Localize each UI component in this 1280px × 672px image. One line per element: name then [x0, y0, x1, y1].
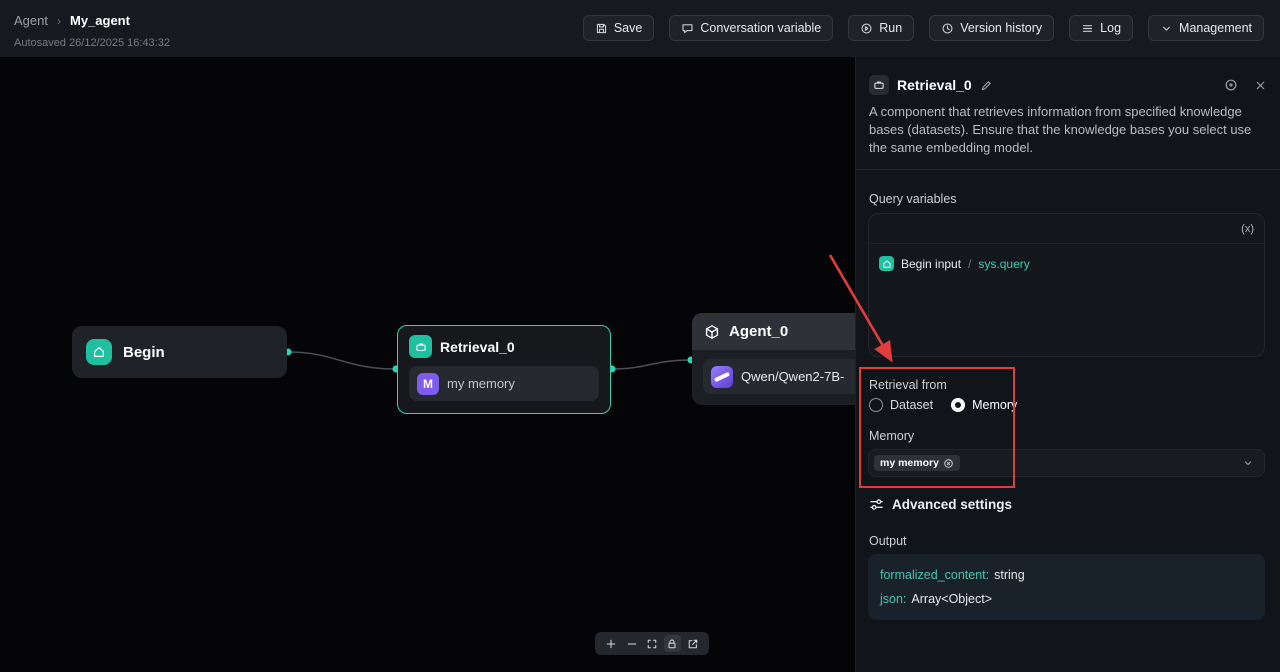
autosaved-status: Autosaved 26/12/2025 16:43:32 [14, 37, 170, 49]
breadcrumb-current: My_agent [70, 13, 130, 28]
node-retrieval-memory-chip[interactable]: M my memory [409, 366, 599, 401]
chevron-down-icon [1242, 457, 1254, 469]
radio-unselected-icon [869, 398, 883, 412]
divider [856, 169, 1280, 170]
panel-title: Retrieval_0 [897, 77, 972, 93]
management-label: Management [1179, 21, 1252, 35]
query-variables-toolbar: (x) [869, 214, 1264, 244]
fit-view-button[interactable] [643, 635, 660, 652]
lock-icon [666, 638, 678, 650]
save-label: Save [614, 21, 643, 35]
memory-chip-label: my memory [447, 376, 515, 391]
log-list-icon [1081, 22, 1094, 35]
topbar-actions: Save Conversation variable Run Version h… [583, 15, 1264, 41]
history-icon [941, 22, 954, 35]
briefcase-icon [869, 75, 889, 95]
node-begin-title: Begin [123, 344, 165, 361]
conversation-variable-button[interactable]: Conversation variable [669, 15, 833, 41]
retrieval-from-options: Dataset Memory [869, 398, 1017, 412]
lock-button[interactable] [664, 635, 681, 652]
cube-icon [704, 324, 720, 340]
sliders-icon [869, 497, 884, 512]
save-icon [595, 22, 608, 35]
output-field-type: string [994, 568, 1025, 582]
briefcase-icon [409, 335, 432, 358]
output-field: formalized_content: string [880, 563, 1253, 587]
advanced-settings-toggle[interactable]: Advanced settings [869, 497, 1012, 512]
query-variables-box: (x) Begin input / sys.query [868, 213, 1265, 357]
home-icon [879, 256, 894, 271]
panel-header: Retrieval_0 [869, 73, 1267, 97]
variable-name: sys.query [978, 257, 1029, 271]
canvas-toolbar [595, 632, 709, 655]
export-button[interactable] [684, 635, 701, 652]
query-variable-row[interactable]: Begin input / sys.query [869, 244, 1264, 283]
save-button[interactable]: Save [583, 15, 655, 41]
edit-pencil-icon[interactable] [980, 79, 993, 92]
play-circle-icon [860, 22, 873, 35]
output-field-type: Array<Object> [911, 592, 992, 606]
fit-view-icon [646, 638, 658, 650]
breadcrumb-root[interactable]: Agent [14, 13, 48, 28]
insert-variable-icon[interactable]: (x) [1241, 223, 1254, 235]
output-field-name: formalized_content: [880, 568, 989, 582]
breadcrumb: Agent › My_agent [14, 13, 130, 28]
memory-select[interactable]: my memory [868, 449, 1265, 477]
zoom-in-button[interactable] [603, 635, 620, 652]
export-icon [687, 638, 699, 650]
retrieval-from-label: Retrieval from [869, 378, 947, 392]
node-begin[interactable]: Begin [72, 326, 287, 378]
version-history-label: Version history [960, 21, 1042, 35]
version-history-button[interactable]: Version history [929, 15, 1054, 41]
run-button[interactable]: Run [848, 15, 914, 41]
output-box: formalized_content: string json: Array<Obj… [868, 554, 1265, 620]
node-retrieval[interactable]: Retrieval_0 M my memory [397, 325, 611, 414]
edge-retrieval-agent [612, 360, 691, 369]
model-name: Qwen/Qwen2-7B- [741, 369, 844, 384]
plus-icon [605, 638, 617, 650]
panel-description: A component that retrieves information f… [869, 103, 1266, 157]
close-icon[interactable] [1254, 79, 1267, 92]
chat-bubble-icon [681, 22, 694, 35]
dataset-radio-option[interactable]: Dataset [869, 398, 933, 412]
home-icon [86, 339, 112, 365]
output-field: json: Array<Object> [880, 587, 1253, 611]
memory-radio-label: Memory [972, 398, 1017, 412]
topbar: Agent › My_agent Autosaved 26/12/2025 16… [0, 0, 1280, 57]
edge-begin-retrieval [288, 352, 396, 369]
conversation-variable-label: Conversation variable [700, 21, 821, 35]
breadcrumb-separator: › [57, 14, 61, 28]
model-logo-icon [711, 366, 733, 388]
zoom-out-button[interactable] [623, 635, 640, 652]
output-label: Output [869, 534, 907, 548]
run-node-icon[interactable] [1224, 78, 1238, 92]
node-agent-title: Agent_0 [729, 323, 788, 340]
memory-avatar: M [417, 373, 439, 395]
variable-separator: / [968, 257, 971, 271]
management-button[interactable]: Management [1148, 15, 1264, 41]
chevron-down-icon [1160, 22, 1173, 35]
advanced-settings-label: Advanced settings [892, 497, 1012, 512]
node-retrieval-title: Retrieval_0 [440, 339, 515, 355]
radio-selected-icon [951, 398, 965, 412]
output-field-name: json: [880, 592, 906, 606]
memory-radio-option[interactable]: Memory [951, 398, 1017, 412]
log-button[interactable]: Log [1069, 15, 1133, 41]
memory-label: Memory [869, 429, 914, 443]
retrieval-settings-panel: Retrieval_0 A component that retrieves i… [855, 57, 1280, 672]
run-label: Run [879, 21, 902, 35]
dataset-radio-label: Dataset [890, 398, 933, 412]
query-variables-label: Query variables [869, 192, 957, 206]
memory-tag: my memory [874, 455, 960, 471]
memory-tag-label: my memory [880, 457, 939, 469]
minus-icon [626, 638, 638, 650]
remove-tag-icon[interactable] [943, 458, 954, 469]
variable-source: Begin input [901, 257, 961, 271]
node-retrieval-header: Retrieval_0 [409, 335, 599, 358]
log-label: Log [1100, 21, 1121, 35]
